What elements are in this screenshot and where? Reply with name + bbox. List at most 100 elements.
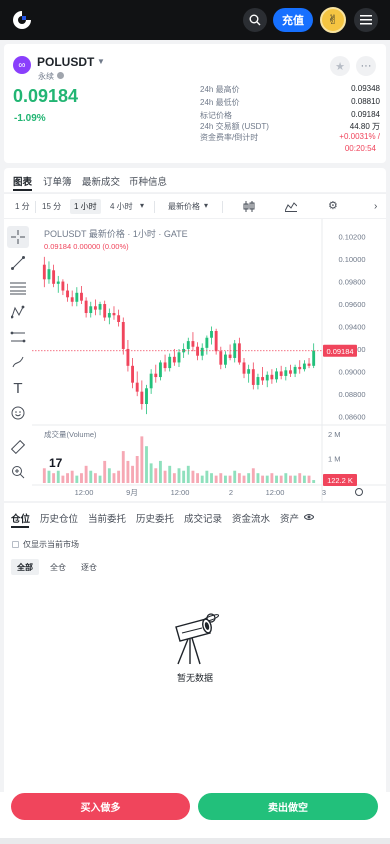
candle-body — [270, 374, 274, 380]
search-button[interactable] — [243, 8, 267, 32]
y-tick-label: 0.10200 — [338, 233, 365, 242]
volume-bar — [42, 468, 46, 483]
volume-bar — [61, 475, 65, 483]
volume-bar — [103, 460, 107, 483]
volume-bar — [145, 446, 148, 483]
menu-icon — [360, 15, 372, 25]
filter-isolated[interactable]: 逐仓 — [75, 559, 103, 575]
volume-tag-label: 122.2 K — [327, 476, 353, 485]
fib-retracement-icon[interactable] — [7, 277, 29, 299]
top-bar: 充值 ✌ — [0, 0, 390, 40]
volume-bar — [135, 456, 139, 483]
chevron-down-icon[interactable]: ▾ — [204, 201, 208, 210]
filter-all[interactable]: 全部 — [11, 559, 39, 575]
tab-fund-flow[interactable]: 资金流水 — [232, 511, 270, 525]
candle-body — [307, 363, 311, 366]
gear-icon[interactable]: ⚙ — [328, 199, 338, 212]
emoji-icon[interactable] — [7, 402, 29, 424]
prediction-icon[interactable] — [7, 326, 29, 348]
tab-orderbook[interactable]: 订单簿 — [43, 174, 72, 188]
stat-high: 24h 最高价 0.09348 — [200, 84, 380, 94]
tab-assets[interactable]: 资产 — [280, 511, 299, 525]
market-tabs: 图表 订单簿 最新成交 币种信息 — [4, 168, 386, 192]
tab-position-history[interactable]: 历史仓位 — [40, 511, 78, 525]
more-icon[interactable]: ··· — [356, 56, 376, 76]
candle-body — [200, 347, 204, 356]
tab-recent-trades[interactable]: 最新成交 — [82, 174, 120, 188]
tab-positions[interactable]: 仓位 — [11, 511, 30, 525]
candle-body — [121, 322, 125, 349]
candle-body — [80, 292, 83, 301]
logo-icon[interactable] — [11, 9, 33, 31]
volume-bar — [205, 470, 209, 483]
volume-bar — [279, 475, 283, 483]
favorite-star-icon[interactable]: ★ — [330, 56, 350, 76]
price-type-select[interactable]: 最新价格 — [168, 201, 200, 212]
chevron-down-icon[interactable]: ▾ — [140, 201, 144, 210]
sell-short-button[interactable]: 卖出做空 — [198, 793, 378, 820]
tab-order-history[interactable]: 历史委托 — [136, 511, 174, 525]
volume-bar — [298, 473, 302, 483]
volume-bar — [131, 465, 134, 483]
tf-1m[interactable]: 1 分 — [15, 201, 30, 212]
empty-telescope-icon — [175, 613, 220, 665]
tf-15m[interactable]: 15 分 — [42, 201, 61, 212]
info-icon[interactable] — [57, 72, 64, 79]
chart-title: POLUSDT 最新价格 · 1小时 · GATE — [44, 229, 188, 239]
volume-bar — [302, 475, 306, 483]
candle-body — [84, 300, 88, 314]
candle-body — [89, 306, 93, 314]
volume-bar — [200, 475, 204, 483]
volume-bar — [168, 465, 172, 483]
text-tool-icon[interactable]: T — [7, 377, 29, 399]
candle-body — [98, 304, 102, 310]
candle-body — [219, 351, 223, 365]
symbol-name[interactable]: POLUSDT — [37, 55, 94, 69]
pattern-icon[interactable] — [7, 301, 29, 323]
volume-bar — [89, 470, 93, 483]
tab-trade-history[interactable]: 成交记录 — [184, 511, 222, 525]
tf-4h[interactable]: 4 小时 — [110, 201, 133, 212]
chevron-right-icon[interactable]: › — [374, 201, 377, 212]
volume-bar — [261, 475, 265, 483]
ruler-icon[interactable] — [7, 436, 29, 458]
tab-chart[interactable]: 图表 — [13, 174, 32, 188]
menu-button[interactable] — [354, 8, 378, 32]
tab-coin-info[interactable]: 币种信息 — [129, 174, 167, 188]
zoom-in-icon[interactable] — [7, 461, 29, 483]
tradingview-logo[interactable]: 17 — [49, 456, 62, 470]
trend-line-icon[interactable] — [7, 252, 29, 274]
indicators-icon[interactable] — [285, 201, 297, 212]
deposit-button[interactable]: 充值 — [273, 8, 313, 32]
brush-icon[interactable] — [7, 351, 29, 373]
filter-cross[interactable]: 全仓 — [44, 559, 72, 575]
volume-bar — [107, 468, 111, 483]
chart-settings-icon[interactable] — [355, 488, 363, 496]
eye-icon[interactable] — [304, 513, 314, 521]
divider — [222, 201, 223, 213]
candlestick-chart[interactable]: 0.102000.100000.098000.096000.094000.092… — [32, 219, 386, 501]
avatar[interactable]: ✌ — [320, 7, 346, 33]
crosshair-icon[interactable] — [7, 226, 29, 248]
y-tick-label: 0.09400 — [338, 323, 365, 332]
buy-long-button[interactable]: 买入做多 — [11, 793, 190, 820]
chart-area[interactable]: T 0.10200 0.10000 0.09800 0.09600 0.09400 0.0… — [4, 219, 386, 501]
chevron-down-icon[interactable]: ▼ — [97, 57, 105, 66]
only-current-checkbox[interactable] — [12, 541, 19, 548]
volume-bar — [312, 480, 316, 483]
candle-body — [117, 315, 121, 323]
candle-body — [265, 374, 269, 381]
candle-body — [247, 369, 251, 374]
candle-body — [131, 365, 134, 383]
volume-bar — [56, 470, 60, 483]
volume-bar — [275, 475, 278, 483]
candle-body — [228, 354, 232, 358]
candle-body — [210, 330, 213, 338]
tab-open-orders[interactable]: 当前委托 — [88, 511, 126, 525]
candle-body — [70, 297, 74, 302]
only-current-label: 仅显示当前市场 — [23, 540, 79, 549]
volume-bar — [66, 473, 69, 483]
volume-bar — [117, 470, 121, 483]
candle-type-icon[interactable] — [243, 201, 255, 212]
tf-1h[interactable]: 1 小时 — [70, 199, 101, 214]
